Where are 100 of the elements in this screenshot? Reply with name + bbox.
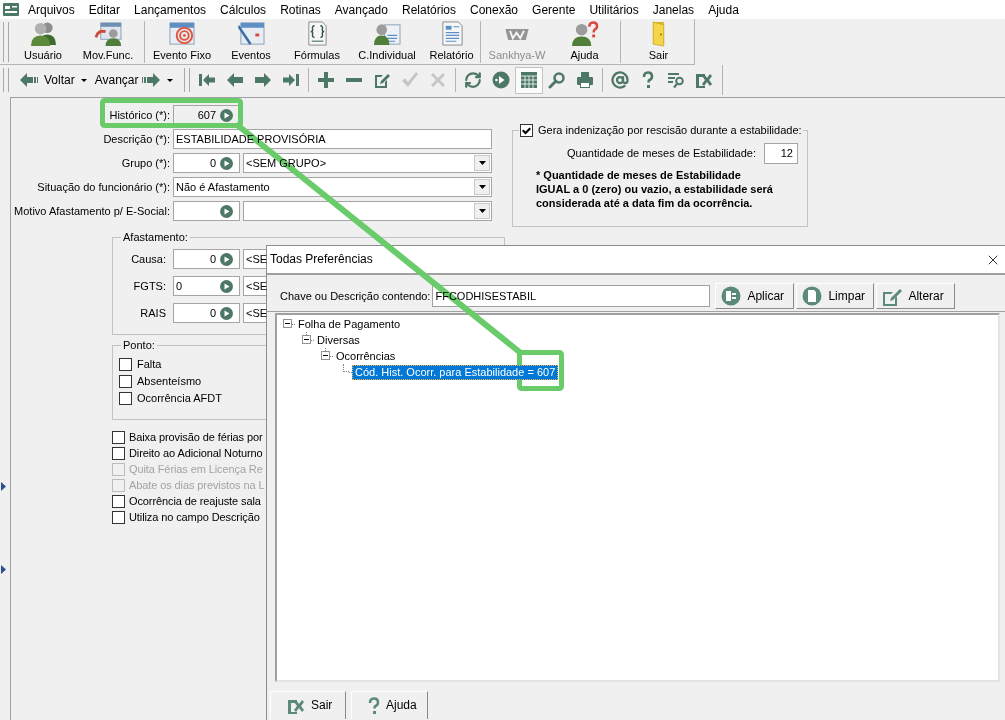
- search-icon: [547, 71, 566, 89]
- play-circle-icon: [491, 71, 510, 89]
- tree-item[interactable]: Folha de Pagamento: [295, 316, 404, 332]
- dialog-button[interactable]: Alterar: [876, 283, 956, 309]
- triangle-right-icon: [1, 565, 6, 574]
- toolbar-button[interactable]: Ajuda: [551, 19, 618, 64]
- toolbar-button[interactable]: Evento Fixo: [147, 19, 217, 64]
- dropdown[interactable]: Não é Afastamento: [173, 177, 492, 197]
- arrow-left-icon: [225, 71, 244, 89]
- checkbox[interactable]: [119, 392, 132, 405]
- text-field[interactable]: ESTABILIDADE PROVISÓRIA: [173, 129, 492, 149]
- pen-square-icon: [882, 286, 903, 306]
- menu-item[interactable]: Editar: [81, 1, 128, 18]
- dialog-title: Todas Preferências: [270, 252, 373, 267]
- play-circle-icon[interactable]: [220, 252, 233, 266]
- checkbox[interactable]: [112, 510, 125, 524]
- play-circle-icon[interactable]: [220, 279, 233, 293]
- field-label: Chave ou Descrição contendo:: [280, 289, 431, 303]
- toolbar-button[interactable]: C.Individual: [349, 19, 425, 64]
- calendar-pen-icon: [236, 21, 266, 47]
- triangle-right-icon: [1, 482, 6, 491]
- question-mark-icon: [368, 696, 380, 715]
- minus-icon: [345, 78, 362, 82]
- window-icon: [3, 3, 19, 16]
- checkbox[interactable]: [119, 375, 132, 388]
- code-field[interactable]: 0: [173, 153, 240, 173]
- checkbox-label: Absenteísmo: [137, 375, 202, 388]
- dialog-button[interactable]: Aplicar: [715, 283, 795, 309]
- toolbar-button[interactable]: Eventos: [217, 19, 285, 64]
- checkmark-icon: [522, 126, 531, 135]
- play-circle-icon[interactable]: [220, 156, 233, 170]
- dropdown[interactable]: <SE: [243, 249, 268, 269]
- checkbox-label: Abate os dias previstos na L: [129, 478, 265, 492]
- circular-arrows-icon: [463, 71, 482, 89]
- menu-item[interactable]: Lançamentos: [127, 1, 214, 18]
- toolbar-button[interactable]: [514, 66, 543, 94]
- menu-item[interactable]: Ajuda: [701, 1, 746, 18]
- checkbox-label: Utiliza no campo Descrição: [129, 510, 260, 524]
- menu-item[interactable]: Cálculos: [213, 1, 274, 18]
- pen-square-icon: [372, 71, 391, 89]
- note-text: * Quantidade de meses de Estabilidade IGUAL a 0 (zero) ou vazio, a estabilidade será considerada até a data fim da ocorrência.: [536, 167, 774, 210]
- toolbar-button[interactable]: Usuário: [12, 19, 74, 64]
- checkbox[interactable]: [119, 358, 132, 371]
- menu-item[interactable]: Conexão: [463, 1, 526, 18]
- menu-item[interactable]: Utilitários: [582, 1, 646, 18]
- play-circle-icon[interactable]: [220, 204, 233, 218]
- checkbox[interactable]: [112, 494, 125, 508]
- tree-item[interactable]: Ocorrências: [333, 348, 399, 364]
- tree-item[interactable]: Cód. Hist. Ocorr. para Estabilidade = 607: [352, 364, 559, 380]
- bar-arrow-left-icon: [197, 73, 216, 87]
- group-box-title: Afastamento:: [122, 231, 189, 244]
- code-field[interactable]: 0: [173, 303, 240, 323]
- menu-item[interactable]: Gerente: [525, 1, 583, 18]
- caret-down-icon: [166, 78, 173, 82]
- code-field[interactable]: 0: [173, 249, 240, 269]
- code-field[interactable]: 0: [173, 276, 240, 296]
- users-icon: [28, 21, 58, 47]
- toolbar-button[interactable]: Sair: [623, 19, 694, 64]
- checkbox[interactable]: [112, 430, 125, 444]
- dropdown[interactable]: <SE: [243, 276, 268, 296]
- frame-x-icon: [694, 71, 713, 89]
- toolbar-button[interactable]: Fórmulas: [285, 19, 349, 64]
- at-sign-icon: [610, 71, 629, 89]
- checkbox-label: Direito ao Adicional Noturno: [129, 446, 263, 460]
- menu-item[interactable]: Janelas: [645, 1, 702, 18]
- code-field[interactable]: [173, 201, 240, 221]
- field-label: Situação do funcionário (*):: [36, 180, 170, 194]
- checkbox[interactable]: [112, 446, 125, 460]
- tree-item[interactable]: Diversas: [314, 332, 363, 348]
- arrow-right-icon: [253, 71, 272, 89]
- back-button[interactable]: Voltar: [16, 67, 78, 93]
- w-badge-icon: [504, 28, 530, 41]
- person-question-icon: [569, 21, 600, 47]
- menu-item[interactable]: Avançado: [327, 1, 395, 18]
- field-label: FGTS:: [132, 279, 166, 293]
- checkbox[interactable]: [520, 124, 533, 137]
- field-label: Quantidade de meses de Estabilidade:: [567, 146, 756, 160]
- forward-button[interactable]: Avançar: [91, 67, 163, 93]
- question-mark-icon: [641, 71, 654, 89]
- play-circle-icon[interactable]: [220, 306, 233, 320]
- menu-item[interactable]: Relatórios: [394, 1, 463, 18]
- toolbar-button[interactable]: Mov.Func.: [74, 19, 142, 64]
- arrow-right-bar-icon: [281, 73, 300, 87]
- calendar-person-icon: [93, 21, 123, 47]
- check-icon: [400, 71, 419, 89]
- dialog-button[interactable]: Ajuda: [351, 691, 428, 719]
- menu-item[interactable]: Rotinas: [273, 1, 328, 18]
- number-field[interactable]: 12: [764, 142, 798, 164]
- dialog-button[interactable]: Limpar: [796, 283, 875, 309]
- toolbar-button[interactable]: Relatório: [425, 19, 478, 64]
- calendar-target-icon: [167, 21, 197, 47]
- checkbox-label: Ocorrência AFDT: [137, 392, 222, 405]
- dialog-button[interactable]: Sair: [270, 691, 346, 719]
- field-label: Grupo (*):: [120, 156, 170, 170]
- field-label: Motivo Afastamento p/ E-Social:: [13, 204, 170, 218]
- checkbox-label: Quita Férias em Licença Re: [129, 462, 263, 476]
- page-circle-icon: [802, 286, 823, 306]
- play-circle-icon[interactable]: [220, 108, 233, 122]
- dropdown[interactable]: <SE: [243, 303, 268, 323]
- menu-item[interactable]: Arquivos: [21, 1, 82, 18]
